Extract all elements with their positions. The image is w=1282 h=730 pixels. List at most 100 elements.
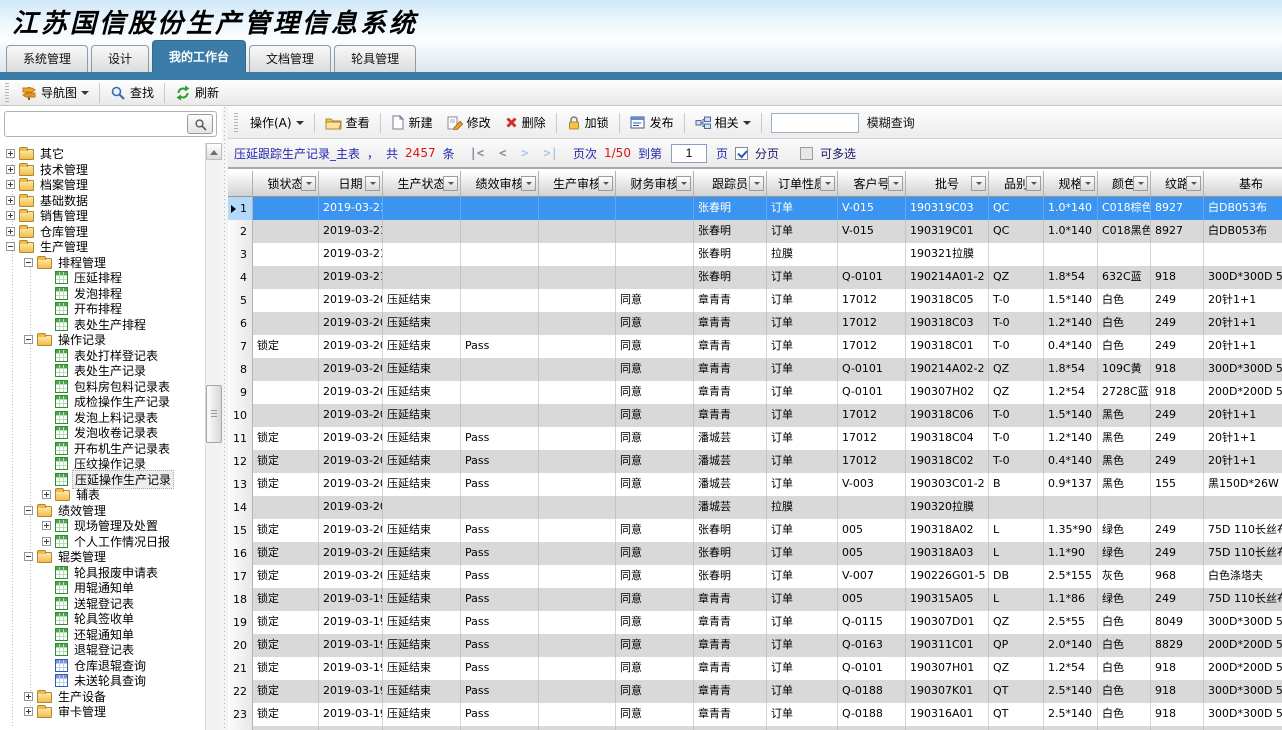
cell-日期[interactable]: 2019-03-20 bbox=[319, 565, 383, 588]
row-number-cell[interactable]: 12 bbox=[228, 450, 253, 473]
cell-绩效审核[interactable]: Pass bbox=[461, 703, 539, 726]
cell-生产状态[interactable] bbox=[383, 243, 461, 266]
cell-财务审核[interactable]: 同意 bbox=[616, 634, 694, 657]
tree-item-label[interactable]: 现场管理及处置 bbox=[72, 517, 160, 534]
cell-锁状态[interactable]: 锁定 bbox=[253, 680, 319, 703]
cell-颜色[interactable]: 灰色 bbox=[1098, 565, 1151, 588]
tree-item-label[interactable]: 其它 bbox=[38, 145, 66, 162]
cell-纹路[interactable] bbox=[1151, 243, 1204, 266]
cell-财务审核[interactable]: 同意 bbox=[616, 611, 694, 634]
tree-item-包料房包料记录表[interactable]: 包料房包料记录表 bbox=[0, 379, 222, 395]
tree-item-label[interactable]: 生产管理 bbox=[38, 238, 90, 255]
modify-button[interactable]: 修改 bbox=[440, 112, 498, 133]
cell-日期[interactable]: 2019-03-21 bbox=[319, 220, 383, 243]
cell-锁状态[interactable] bbox=[253, 358, 319, 381]
cell-生产状态[interactable]: 压延结束 bbox=[383, 473, 461, 496]
tree-item-表处打样登记表[interactable]: 表处打样登记表 bbox=[0, 348, 222, 364]
cell-订单性质[interactable]: 拉膜 bbox=[767, 496, 838, 519]
cell-纹路[interactable]: 918 bbox=[1151, 680, 1204, 703]
cell-锁状态[interactable] bbox=[253, 197, 319, 220]
prev-page-button[interactable]: < bbox=[499, 146, 506, 160]
column-header-生产审核[interactable]: 生产审核 bbox=[539, 171, 616, 197]
cell-锁状态[interactable]: 锁定 bbox=[253, 611, 319, 634]
cell-生产状态[interactable]: 压延结束 bbox=[383, 404, 461, 427]
cell-订单性质[interactable]: 订单 bbox=[767, 657, 838, 680]
cell-客户号[interactable]: V-003 bbox=[838, 473, 906, 496]
cell-跟踪员[interactable]: 章青青 bbox=[694, 289, 767, 312]
column-header-颜色[interactable]: 颜色 bbox=[1098, 171, 1151, 197]
cell-基布[interactable]: 20针1+1 bbox=[1204, 289, 1282, 312]
tree-search-button[interactable] bbox=[187, 114, 213, 134]
tree-item-label[interactable]: 辅表 bbox=[74, 486, 102, 503]
tree-item-label[interactable]: 发泡排程 bbox=[72, 285, 124, 302]
tree-item-仓库管理[interactable]: 仓库管理 bbox=[0, 224, 222, 240]
row-number-cell[interactable]: 2 bbox=[228, 220, 253, 243]
next-page-button[interactable]: > bbox=[521, 146, 528, 160]
table-row[interactable]: 52019-03-20压延结束同意章青青订单17012190318C05T-01… bbox=[228, 289, 1282, 312]
cell-客户号[interactable]: 005 bbox=[838, 542, 906, 565]
cell-跟踪员[interactable]: 潘城芸 bbox=[694, 496, 767, 519]
row-number-cell[interactable]: 18 bbox=[228, 588, 253, 611]
cell-锁状态[interactable]: 锁定 bbox=[253, 565, 319, 588]
tree-item-发泡收卷记录表[interactable]: 发泡收卷记录表 bbox=[0, 425, 222, 441]
cell-品别[interactable]: QZ bbox=[989, 358, 1044, 381]
cell-规格[interactable]: 1.2*54 bbox=[1044, 381, 1098, 404]
cell-规格[interactable] bbox=[1044, 726, 1098, 730]
column-header-生产状态[interactable]: 生产状态 bbox=[383, 171, 461, 197]
cell-绩效审核[interactable] bbox=[461, 358, 539, 381]
cell-品别[interactable]: L bbox=[989, 542, 1044, 565]
cell-日期[interactable]: 2019-03-20 bbox=[319, 473, 383, 496]
cell-跟踪员[interactable]: 章青青 bbox=[694, 726, 767, 730]
cell-跟踪员[interactable]: 章青青 bbox=[694, 657, 767, 680]
cell-锁状态[interactable]: 锁定 bbox=[253, 519, 319, 542]
column-header-批号[interactable]: 批号 bbox=[906, 171, 989, 197]
table-row[interactable]: 16锁定2019-03-20压延结束Pass同意张春明订单005190318A0… bbox=[228, 542, 1282, 565]
cell-生产状态[interactable]: 压延结束 bbox=[383, 427, 461, 450]
tree-item-label[interactable]: 表处打样登记表 bbox=[72, 347, 160, 364]
cell-批号[interactable]: 190307H01 bbox=[906, 657, 989, 680]
column-header-绩效审核[interactable]: 绩效审核 bbox=[461, 171, 539, 197]
tree-item-其它[interactable]: 其它 bbox=[0, 146, 222, 162]
tree-item-label[interactable]: 未送轮具查询 bbox=[72, 672, 148, 689]
tree-item-label[interactable]: 排程管理 bbox=[56, 254, 108, 271]
cell-跟踪员[interactable]: 章青青 bbox=[694, 358, 767, 381]
cell-绩效审核[interactable] bbox=[461, 266, 539, 289]
cell-批号[interactable]: 190318C01 bbox=[906, 335, 989, 358]
tree-item-开布机生产记录表[interactable]: 开布机生产记录表 bbox=[0, 441, 222, 457]
tab-我的工作台[interactable]: 我的工作台 bbox=[152, 40, 246, 72]
cell-生产状态[interactable]: 压延结束 bbox=[383, 450, 461, 473]
cell-客户号[interactable]: Q-0163 bbox=[838, 634, 906, 657]
cell-日期[interactable]: 2019-03-19 bbox=[319, 657, 383, 680]
cell-订单性质[interactable]: 订单 bbox=[767, 473, 838, 496]
cell-绩效审核[interactable]: Pass bbox=[461, 680, 539, 703]
cell-颜色[interactable]: 白色 bbox=[1098, 611, 1151, 634]
tree-item-label[interactable]: 表处生产排程 bbox=[72, 316, 148, 333]
cell-生产审核[interactable] bbox=[539, 289, 616, 312]
tree-item-label[interactable]: 送辊登记表 bbox=[72, 595, 136, 612]
filter-dropdown-button[interactable] bbox=[971, 176, 986, 191]
cell-基布[interactable]: 20针1+1 bbox=[1204, 335, 1282, 358]
cell-财务审核[interactable]: 同意 bbox=[616, 404, 694, 427]
cell-品别[interactable]: T-0 bbox=[989, 335, 1044, 358]
cell-客户号[interactable]: 17012 bbox=[838, 427, 906, 450]
tree-item-绩效管理[interactable]: 绩效管理 bbox=[0, 503, 222, 519]
cell-跟踪员[interactable]: 张春明 bbox=[694, 542, 767, 565]
cell-生产审核[interactable] bbox=[539, 588, 616, 611]
cell-客户号[interactable] bbox=[838, 243, 906, 266]
cell-生产审核[interactable] bbox=[539, 634, 616, 657]
nav-map-button[interactable]: 导航图 bbox=[14, 82, 96, 103]
cell-财务审核[interactable]: 同意 bbox=[616, 381, 694, 404]
cell-品别[interactable]: B bbox=[989, 473, 1044, 496]
cell-跟踪员[interactable]: 章青青 bbox=[694, 703, 767, 726]
tree-item-现场管理及处置[interactable]: 现场管理及处置 bbox=[0, 518, 222, 534]
collapse-minus-icon[interactable] bbox=[24, 552, 33, 561]
cell-跟踪员[interactable]: 张春明 bbox=[694, 565, 767, 588]
tree-item-label[interactable]: 发泡收卷记录表 bbox=[72, 424, 160, 441]
cell-基布[interactable] bbox=[1204, 496, 1282, 519]
cell-生产审核[interactable] bbox=[539, 450, 616, 473]
cell-日期[interactable]: 2019-03-19 bbox=[319, 634, 383, 657]
cell-规格[interactable]: 2.0*140 bbox=[1044, 634, 1098, 657]
expand-plus-icon[interactable] bbox=[6, 149, 15, 158]
cell-颜色[interactable]: 109C黄 bbox=[1098, 358, 1151, 381]
cell-基布[interactable]: 75D 110长丝布 bbox=[1204, 588, 1282, 611]
